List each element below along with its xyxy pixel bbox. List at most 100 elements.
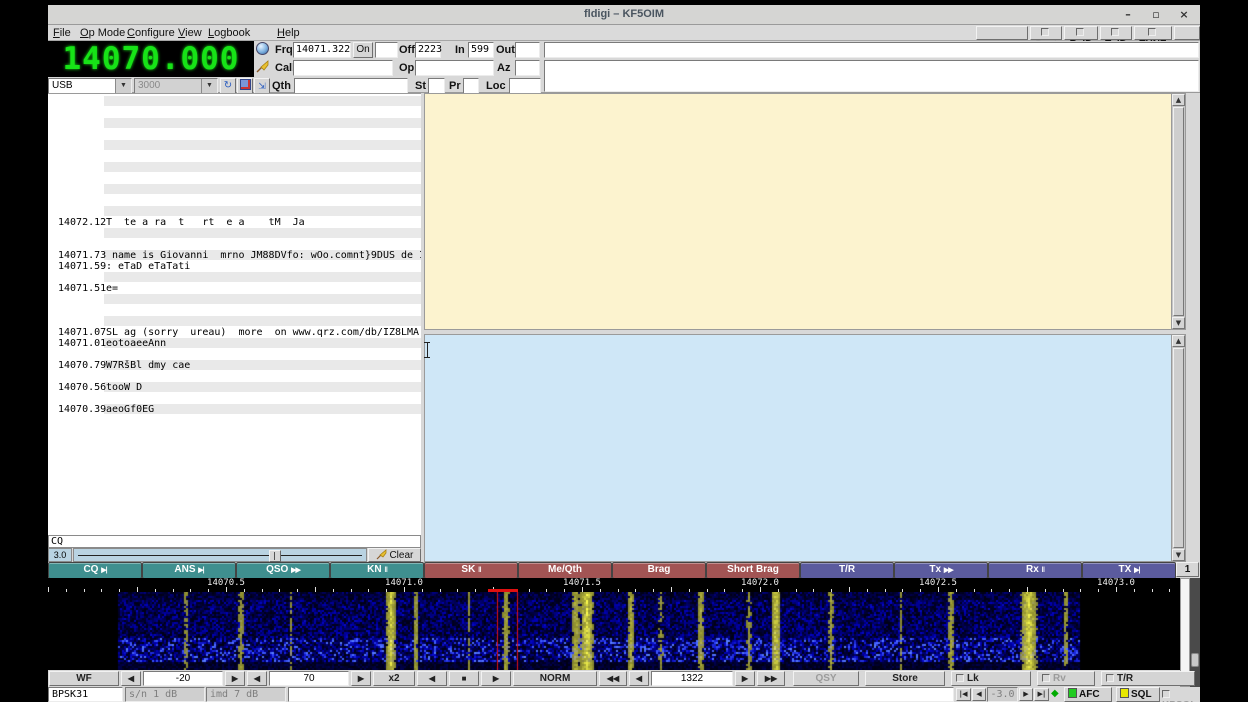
call-field[interactable]: [293, 60, 393, 76]
frq-field[interactable]: 14071.322: [293, 42, 351, 58]
tx-scrollbar[interactable]: ▲ ▼: [1171, 335, 1185, 561]
carrier-field[interactable]: 1322: [651, 671, 733, 686]
save-qso-button[interactable]: [237, 78, 253, 94]
scroll-left-button[interactable]: ◀: [417, 671, 447, 686]
ref-level-field[interactable]: -20: [143, 671, 223, 686]
browser-line[interactable]: 14071.01eotoaeeAnn: [48, 338, 421, 349]
scroll-down-icon[interactable]: ▼: [1172, 549, 1185, 561]
macro-button-ans[interactable]: ANS ▶|: [142, 562, 236, 579]
menu-item-file[interactable]: File: [53, 26, 71, 40]
squelch-slider[interactable]: [73, 548, 367, 562]
qsy-up-fast-button[interactable]: ▶▶: [757, 671, 785, 686]
maximize-button[interactable]: ▫: [1148, 8, 1164, 22]
amp-span-up-button[interactable]: ▶: [351, 671, 371, 686]
pr-field[interactable]: [463, 78, 479, 94]
macro-button-me-qth[interactable]: Me/Qth: [518, 562, 612, 579]
menu-item-configure[interactable]: Configure: [127, 26, 175, 40]
macro-button-t-r[interactable]: T/R: [800, 562, 894, 579]
time-off-field[interactable]: 2223: [415, 42, 441, 58]
rx-text-panel[interactable]: ▲ ▼: [424, 93, 1186, 330]
menu-item-view[interactable]: View: [178, 26, 202, 40]
offset-max-button[interactable]: ▶|: [1034, 688, 1049, 701]
txid-toggle[interactable]: TxID: [1100, 26, 1132, 40]
browser-line[interactable]: 14070.56tooW D: [48, 382, 421, 393]
browser-line[interactable]: 14070.39aeoGf0EG: [48, 404, 421, 415]
title-bar[interactable]: fldigi – KF5OIM – ▫ ×: [48, 5, 1200, 25]
offset-up-button[interactable]: ▶: [1019, 688, 1033, 701]
tx-text-panel[interactable]: ▲ ▼: [424, 334, 1186, 562]
scroll-up-icon[interactable]: ▲: [1172, 94, 1185, 106]
slider-handle[interactable]: [269, 550, 281, 562]
ref-level-up-button[interactable]: ▶: [225, 671, 245, 686]
notes-field-1[interactable]: [544, 42, 1199, 58]
slider-thumb[interactable]: [1191, 653, 1199, 667]
txrx-checkbox[interactable]: T/R: [1101, 671, 1195, 686]
macro-button-cq[interactable]: CQ ▶|: [48, 562, 142, 579]
wf-rate-button[interactable]: NORM: [513, 671, 597, 686]
rx-scrollbar-thumb[interactable]: [1173, 107, 1184, 316]
browser-line[interactable]: 14071.59: eTaD eTaTati: [48, 261, 421, 272]
store-button[interactable]: Store: [865, 671, 945, 686]
az-field[interactable]: [515, 60, 540, 76]
mode-status-button[interactable]: BPSK31: [48, 687, 123, 702]
macro-button-rx[interactable]: Rx ‖: [988, 562, 1082, 579]
seek-regex-field[interactable]: CQ: [48, 535, 421, 548]
zoom-x2-button[interactable]: x2: [373, 671, 415, 686]
rx-scrollbar[interactable]: ▲ ▼: [1171, 94, 1185, 329]
kpsql-toggle[interactable]: KPSQL: [1162, 689, 1200, 702]
scroll-up-icon[interactable]: ▲: [1172, 335, 1185, 347]
rst-in-field[interactable]: 599: [468, 42, 494, 58]
time-on-field[interactable]: [375, 42, 398, 58]
tx-scrollbar-thumb[interactable]: [1173, 348, 1184, 548]
qsy-down-button[interactable]: ◀: [629, 671, 649, 686]
minimize-button[interactable]: –: [1120, 8, 1136, 22]
macro-set-button[interactable]: 1: [1176, 562, 1199, 577]
menu-item-logbook[interactable]: Logbook: [208, 26, 250, 40]
macro-button-brag[interactable]: Brag: [612, 562, 706, 579]
waterfall-display[interactable]: [48, 592, 1180, 670]
clear-browser-button[interactable]: Clear: [368, 548, 421, 562]
notes-field-2[interactable]: [544, 60, 1199, 92]
sync-button[interactable]: ↻: [220, 78, 236, 94]
scroll-right-button[interactable]: ▶: [481, 671, 511, 686]
qrz-lookup-button[interactable]: [256, 42, 269, 60]
sql-toggle[interactable]: SQL: [1116, 687, 1160, 702]
export-button[interactable]: ⇲: [254, 78, 270, 94]
wf-mode-button[interactable]: WF: [49, 671, 119, 686]
qth-field[interactable]: [294, 78, 408, 94]
macro-button-qso[interactable]: QSO ▶▶: [236, 562, 330, 579]
browser-line[interactable]: 14071.51e=: [48, 283, 421, 294]
browser-line[interactable]: 14071.07SL ag (sorry ureau) more on www.…: [48, 327, 421, 338]
browser-line[interactable]: 14071.73 name is Giovanni mrno JM88DVfo:…: [48, 250, 421, 261]
close-button[interactable]: ×: [1176, 8, 1192, 22]
macro-button-tx[interactable]: TX ▶|: [1082, 562, 1176, 579]
browser-line[interactable]: 14072.12T te a ra t rt e a tM Ja: [48, 217, 421, 228]
signal-browser[interactable]: 14072.12T te a ra t rt e a tM Ja 14071.73…: [48, 93, 421, 535]
op-field[interactable]: [415, 60, 494, 76]
lock-checkbox[interactable]: Lk: [951, 671, 1031, 686]
menu-item-help[interactable]: Help: [277, 26, 300, 40]
loc-field[interactable]: [509, 78, 541, 94]
menu-item-op-mode[interactable]: Op Mode: [80, 26, 125, 40]
amp-span-field[interactable]: 70: [269, 671, 349, 686]
rig-mode-select[interactable]: USB▼: [48, 78, 132, 94]
scroll-down-icon[interactable]: ▼: [1172, 317, 1185, 329]
macro-button-tx[interactable]: Tx ▶▶: [894, 562, 988, 579]
tune-toggle[interactable]: TUNE: [1134, 26, 1172, 40]
frequency-display[interactable]: 14070.000: [48, 41, 254, 77]
afc-toggle[interactable]: AFC: [1064, 687, 1112, 702]
qsy-up-button[interactable]: ▶: [735, 671, 755, 686]
qsy-down-fast-button[interactable]: ◀◀: [599, 671, 627, 686]
chevron-down-icon[interactable]: ▼: [115, 79, 131, 93]
offset-down-button[interactable]: ◀: [972, 688, 986, 701]
on-button[interactable]: On: [353, 42, 373, 58]
center-signal-button[interactable]: ■: [449, 671, 479, 686]
amp-span-down-button[interactable]: ◀: [247, 671, 267, 686]
spot-toggle[interactable]: Spot: [1030, 26, 1062, 40]
macro-button-short-brag[interactable]: Short Brag: [706, 562, 800, 579]
macro-button-sk[interactable]: SK ‖: [424, 562, 518, 579]
st-field[interactable]: [428, 78, 445, 94]
clear-qso-button[interactable]: [256, 60, 269, 78]
rxid-toggle[interactable]: RxID: [1064, 26, 1098, 40]
rst-out-field[interactable]: [515, 42, 540, 58]
